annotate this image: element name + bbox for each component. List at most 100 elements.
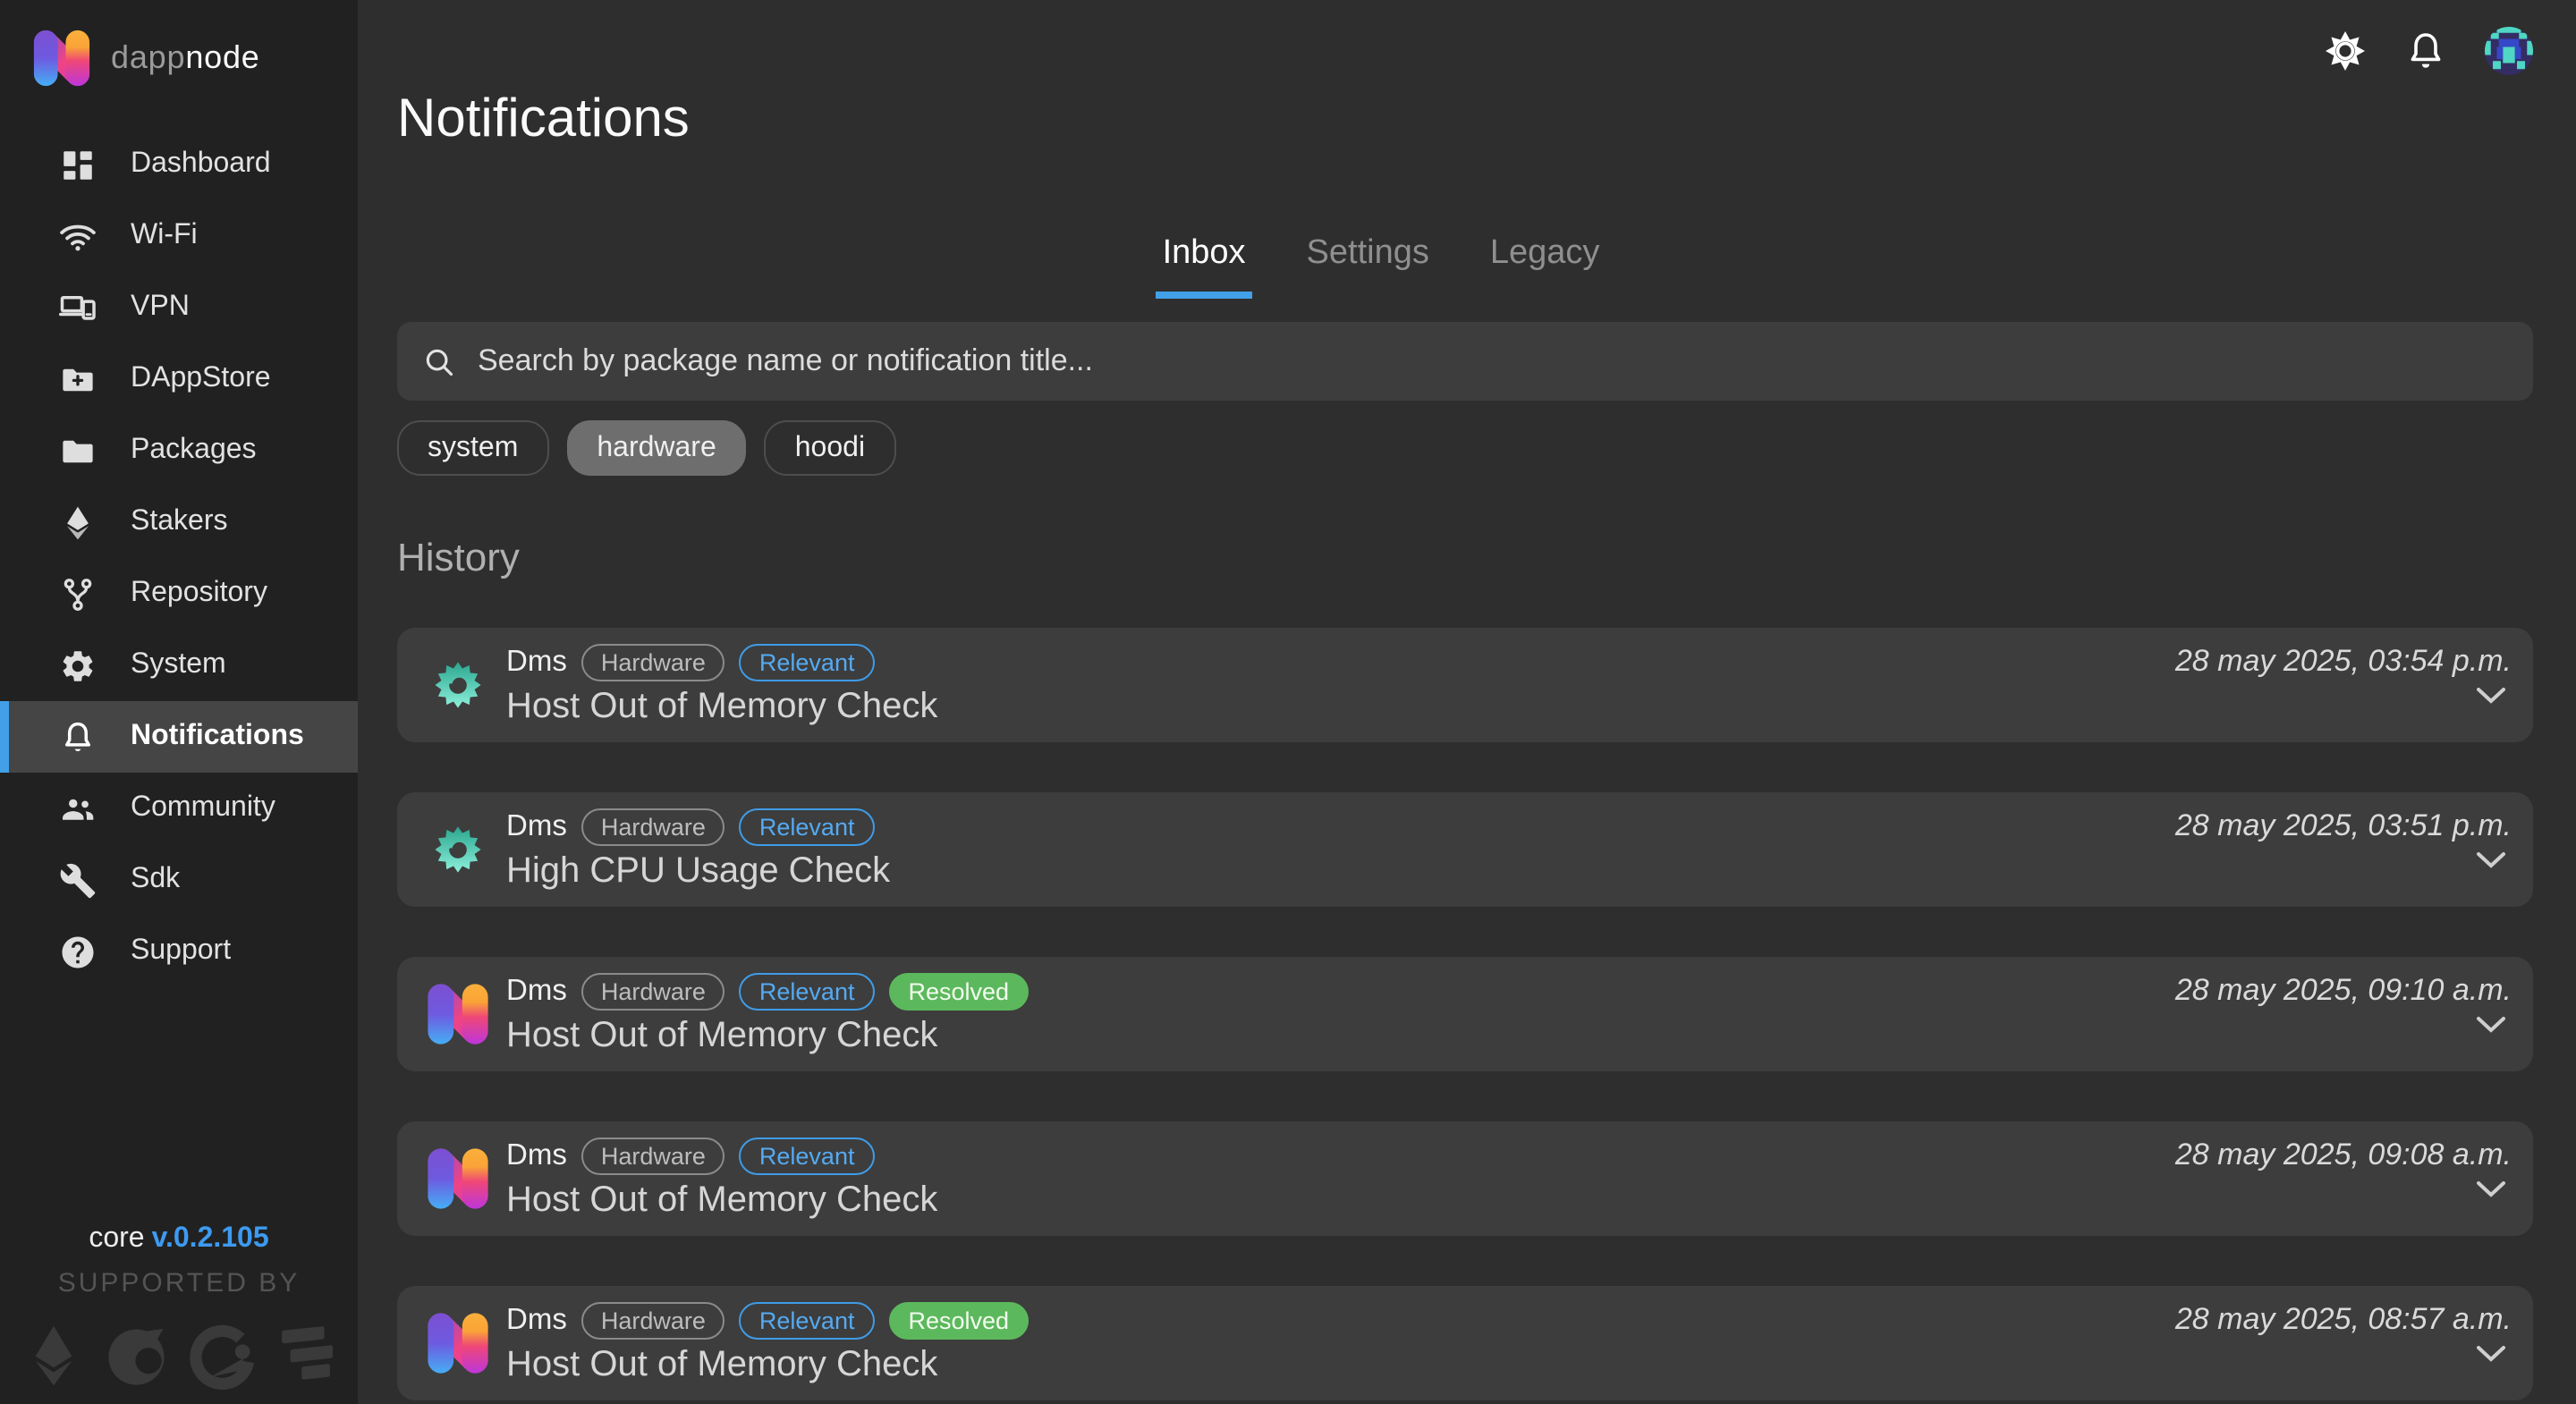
sidebar-item-label: Community [131, 792, 275, 825]
help-icon [59, 933, 97, 970]
chevron-down-icon[interactable] [2476, 1016, 2506, 1034]
badge-hardware: Hardware [581, 808, 725, 845]
topbar [397, 0, 2533, 75]
sidebar-item-label: Sdk [131, 864, 180, 896]
sidebar-item-dappstore[interactable]: DAppStore [0, 343, 358, 415]
sidebar-item-label: System [131, 649, 226, 681]
timestamp: 28 may 2025, 09:08 a.m. [2175, 1138, 2512, 1173]
ethereum-icon [59, 503, 97, 541]
card-text: Dms Hardware Relevant Host Out of Memory… [506, 643, 937, 727]
app-window: dappnode Dashboard Wi-Fi VPN DAppStore P… [0, 0, 2576, 1404]
notification-list: Dms Hardware Relevant Host Out of Memory… [397, 628, 2533, 1400]
chip-hoodi[interactable]: hoodi [765, 420, 895, 476]
gear-icon [59, 647, 97, 684]
card-text: Dms Hardware Relevant Resolved Host Out … [506, 972, 1029, 1056]
folder-plus-icon [59, 360, 97, 398]
ethereum-icon [19, 1322, 87, 1390]
sidebar-item-label: Notifications [131, 721, 304, 753]
sidebar-item-label: Stakers [131, 506, 228, 538]
timestamp: 28 may 2025, 03:54 p.m. [2175, 644, 2512, 680]
timestamp: 28 may 2025, 03:51 p.m. [2175, 808, 2512, 844]
sidebar-item-sdk[interactable]: Sdk [0, 844, 358, 916]
dappnode-logo-icon [422, 978, 494, 1050]
package-name: Dms [506, 1303, 567, 1337]
badge-hardware: Hardware [581, 1301, 725, 1339]
history-heading: History [397, 535, 2533, 581]
grafana-swirl-icon [422, 649, 494, 721]
timestamp: 28 may 2025, 08:57 a.m. [2175, 1302, 2512, 1338]
supported-by-label: SUPPORTED BY [0, 1268, 358, 1298]
tab-bar: Inbox Settings Legacy [358, 234, 2449, 299]
package-name: Dms [506, 645, 567, 679]
brand-logo[interactable]: dappnode [0, 0, 358, 91]
page-title: Notifications [397, 89, 2533, 150]
badge-relevant: Relevant [740, 1301, 875, 1339]
chip-hardware[interactable]: hardware [566, 420, 746, 476]
sidebar-item-label: Packages [131, 435, 257, 467]
wifi-icon [59, 217, 97, 255]
chevron-down-icon[interactable] [2476, 851, 2506, 869]
sidebar-item-vpn[interactable]: VPN [0, 272, 358, 343]
chevron-down-icon[interactable] [2476, 687, 2506, 705]
notification-card[interactable]: Dms Hardware Relevant High CPU Usage Che… [397, 792, 2533, 907]
notification-card[interactable]: Dms Hardware Relevant Host Out of Memory… [397, 1121, 2533, 1236]
badge-relevant: Relevant [740, 808, 875, 845]
sidebar-item-label: Wi-Fi [131, 220, 198, 252]
notification-title: Host Out of Memory Check [506, 1180, 937, 1221]
grafana-swirl-icon [422, 814, 494, 885]
sidebar-item-label: Repository [131, 578, 267, 610]
brand-name: dappnode [111, 39, 260, 77]
sidebar-item-dashboard[interactable]: Dashboard [0, 129, 358, 200]
notification-card[interactable]: Dms Hardware Relevant Resolved Host Out … [397, 957, 2533, 1071]
notification-title: Host Out of Memory Check [506, 1015, 1029, 1056]
sidebar-item-system[interactable]: System [0, 630, 358, 701]
badge-relevant: Relevant [740, 643, 875, 681]
main-content: Notifications Inbox Settings Legacy syst… [358, 0, 2576, 1404]
tab-legacy[interactable]: Legacy [1483, 234, 1607, 299]
chip-system[interactable]: system [397, 420, 548, 476]
tab-inbox[interactable]: Inbox [1156, 234, 1253, 299]
sidebar-item-label: Dashboard [131, 148, 271, 181]
bell-icon[interactable] [2404, 29, 2447, 72]
core-version: corev.0.2.105 [0, 1223, 358, 1256]
sidebar-item-support[interactable]: Support [0, 916, 358, 987]
timestamp: 28 may 2025, 09:10 a.m. [2175, 973, 2512, 1009]
filter-chips: system hardware hoodi [397, 420, 2533, 476]
package-name: Dms [506, 1138, 567, 1172]
sidebar-item-label: Support [131, 935, 231, 968]
chevron-down-icon[interactable] [2476, 1345, 2506, 1363]
sidebar-nav: Dashboard Wi-Fi VPN DAppStore Packages S… [0, 129, 358, 987]
owl-icon [103, 1322, 171, 1390]
notification-title: High CPU Usage Check [506, 850, 890, 892]
badge-hardware: Hardware [581, 643, 725, 681]
sidebar: dappnode Dashboard Wi-Fi VPN DAppStore P… [0, 0, 358, 1404]
search-input[interactable] [474, 342, 2508, 381]
folder-icon [59, 432, 97, 469]
partner-logos [0, 1322, 358, 1390]
card-text: Dms Hardware Relevant Host Out of Memory… [506, 1137, 937, 1221]
sidebar-item-wifi[interactable]: Wi-Fi [0, 200, 358, 272]
pixel-avatar[interactable] [2485, 26, 2533, 74]
sidebar-item-notifications[interactable]: Notifications [0, 701, 358, 773]
sidebar-item-packages[interactable]: Packages [0, 415, 358, 486]
notification-title: Host Out of Memory Check [506, 686, 937, 727]
tab-settings[interactable]: Settings [1300, 234, 1436, 299]
sidebar-item-repository[interactable]: Repository [0, 558, 358, 630]
core-version-number[interactable]: v.0.2.105 [152, 1223, 269, 1254]
chevron-down-icon[interactable] [2476, 1180, 2506, 1198]
bricks-icon [271, 1322, 339, 1390]
search-bar[interactable] [397, 322, 2533, 401]
ring-dot-icon [187, 1322, 255, 1390]
devices-icon [59, 289, 97, 326]
dappnode-logo-icon [422, 1143, 494, 1214]
bell-icon [59, 718, 97, 756]
dappnode-logo-icon [29, 25, 95, 91]
notification-card[interactable]: Dms Hardware Relevant Host Out of Memory… [397, 628, 2533, 742]
card-text: Dms Hardware Relevant High CPU Usage Che… [506, 808, 890, 892]
sidebar-item-community[interactable]: Community [0, 773, 358, 844]
sidebar-item-stakers[interactable]: Stakers [0, 486, 358, 558]
notification-card[interactable]: Dms Hardware Relevant Resolved Host Out … [397, 1286, 2533, 1400]
sidebar-item-label: VPN [131, 292, 190, 324]
notification-title: Host Out of Memory Check [506, 1344, 1029, 1385]
sun-icon[interactable] [2324, 29, 2367, 72]
